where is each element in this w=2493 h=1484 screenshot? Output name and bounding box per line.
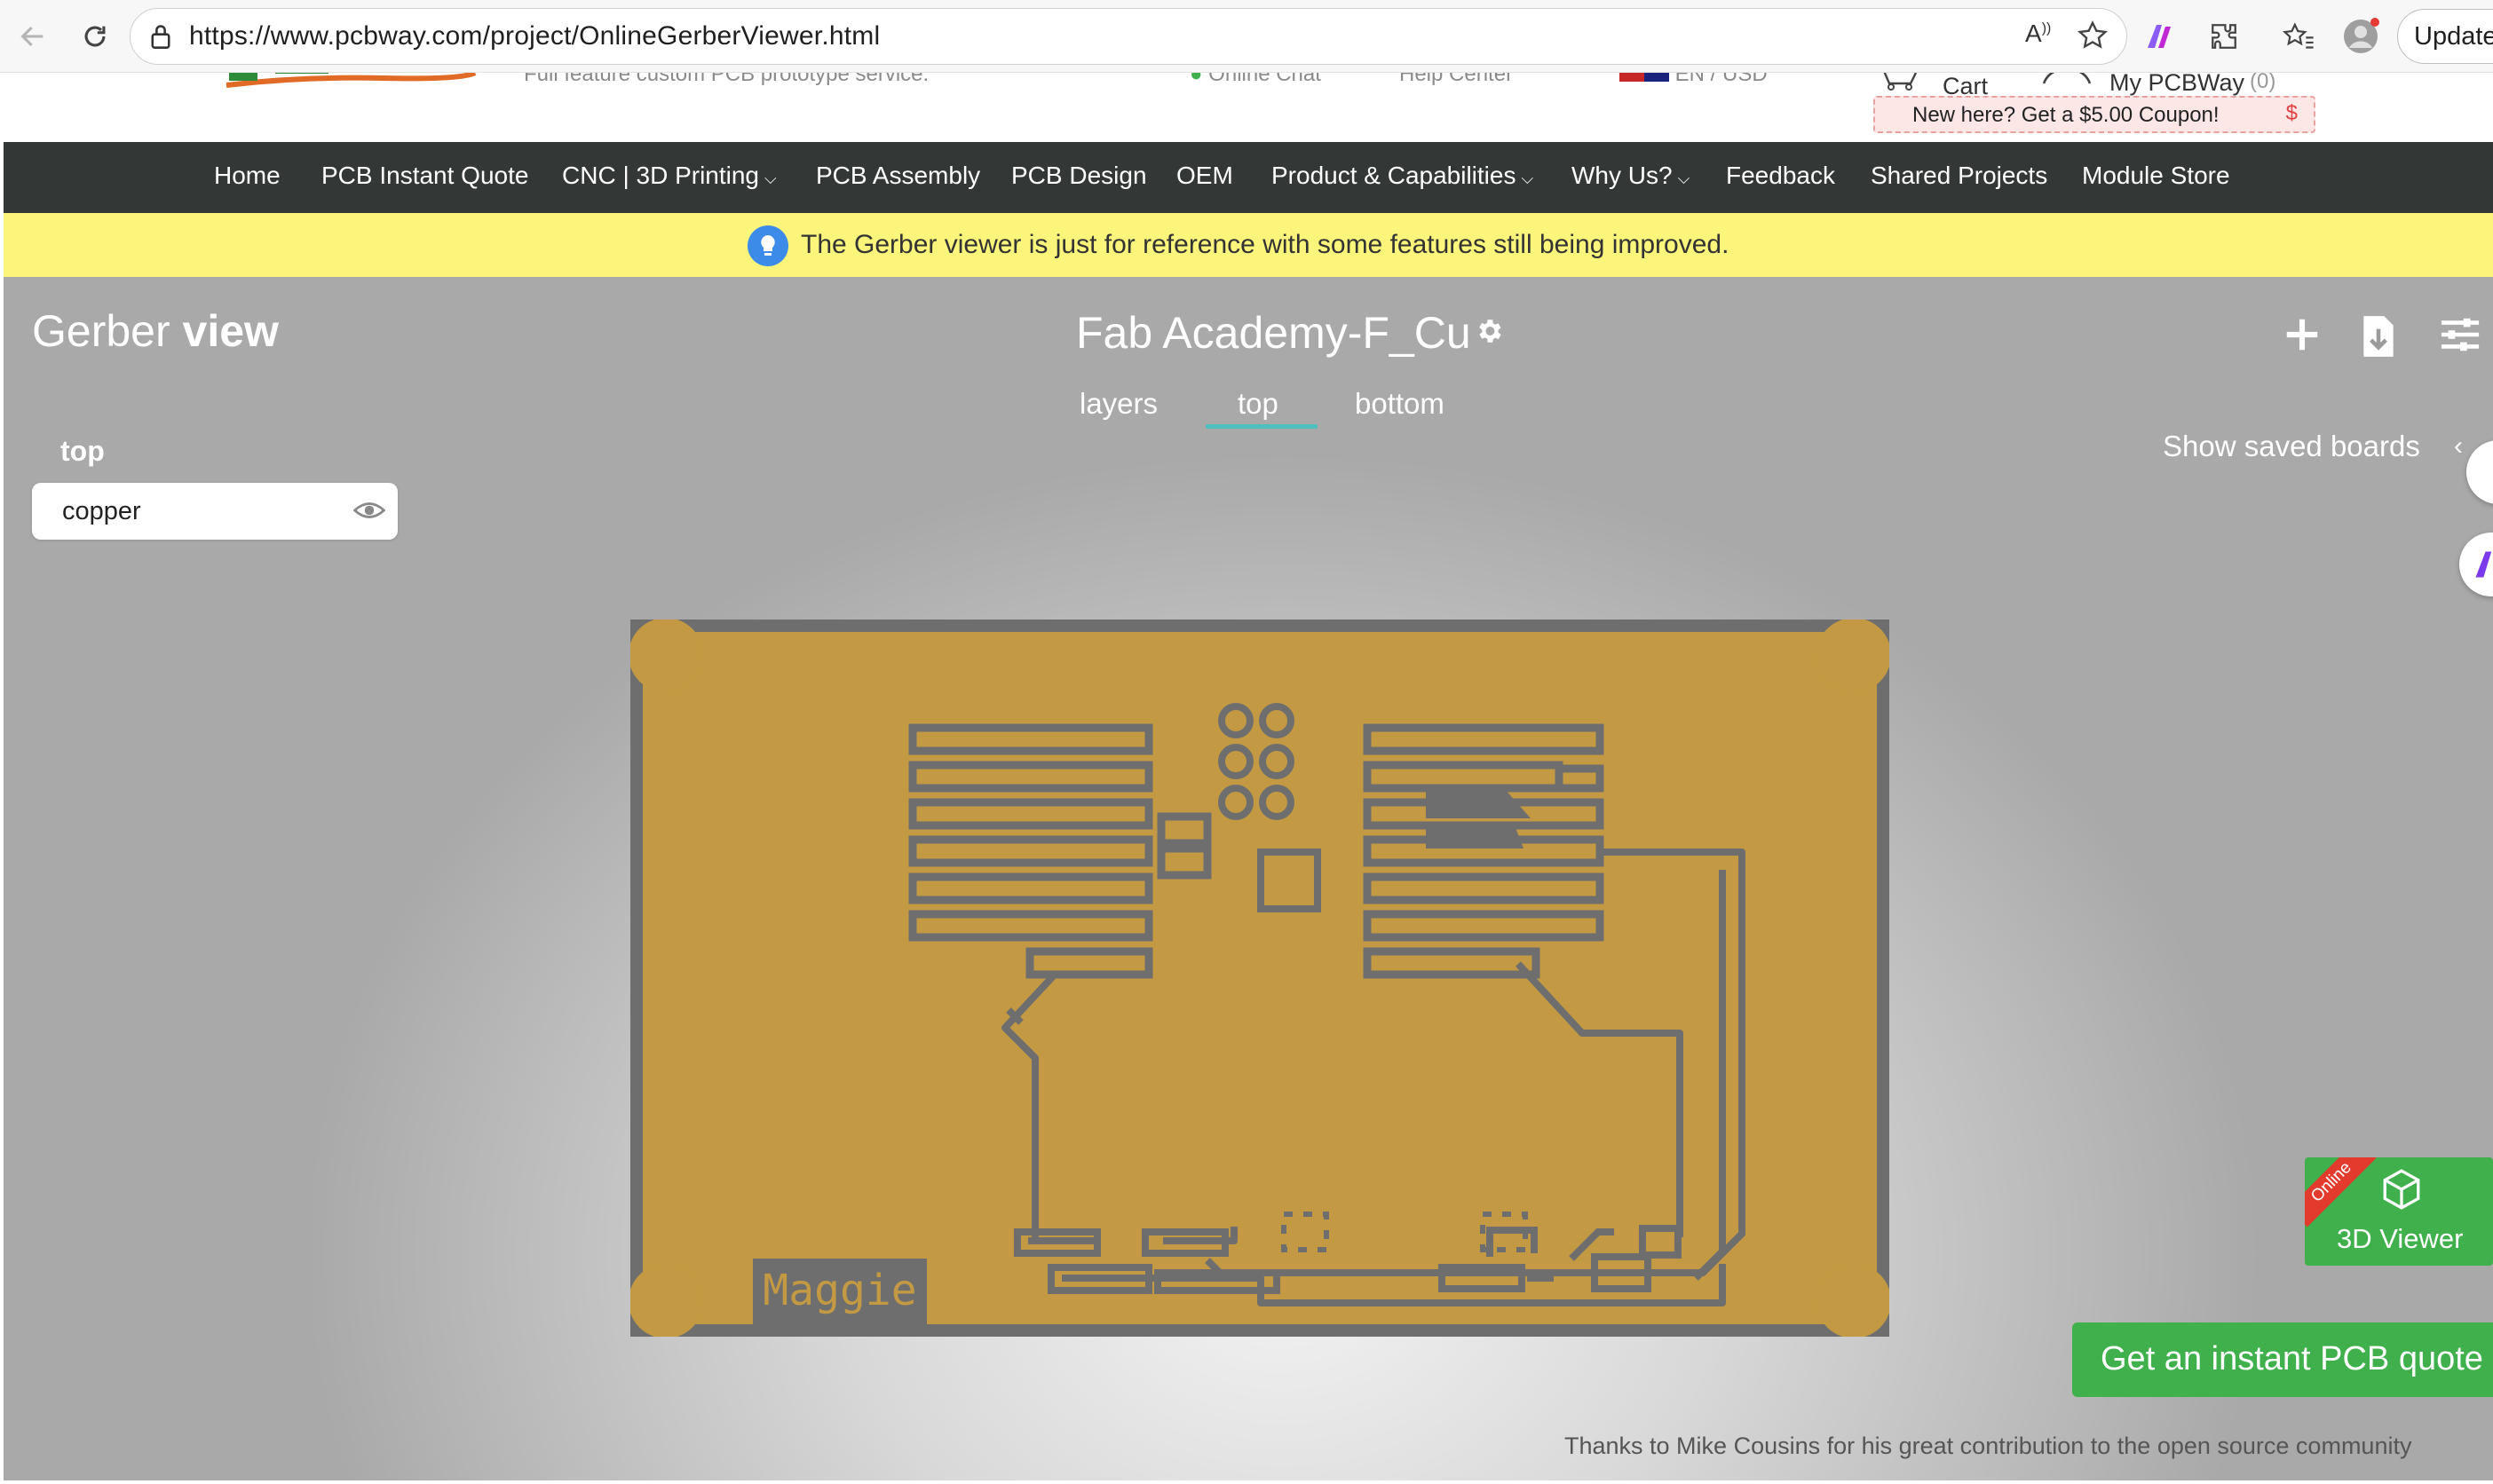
3d-viewer-button[interactable]: Online 3D Viewer (2305, 1157, 2493, 1266)
sliders-settings-icon[interactable] (2438, 314, 2482, 359)
flag-icon (1619, 73, 1669, 82)
nav-product-capabilities[interactable]: Product & Capabilities ⌵ (1271, 162, 1533, 190)
site-header: Full feature custom PCB prototype servic… (0, 73, 2493, 142)
update-button[interactable]: Update (2397, 9, 2493, 64)
board-silk-text: Maggie (763, 1266, 916, 1315)
back-icon[interactable] (11, 14, 55, 59)
show-saved-boards[interactable]: Show saved boards (2163, 430, 2420, 463)
chevron-down-icon: ⌵ (1521, 170, 1534, 187)
chevron-down-icon: ⌵ (1677, 170, 1690, 187)
site-tagline: Full feature custom PCB prototype servic… (524, 73, 930, 86)
my-pcbway-link[interactable]: My PCBWay (2109, 73, 2244, 97)
my-pcbway-count: (0) (2250, 73, 2276, 93)
nav-pcb-design[interactable]: PCB Design (1011, 162, 1147, 190)
pcbway-logo[interactable] (222, 73, 479, 114)
viewer-title-light: Gerber (32, 306, 170, 356)
3d-viewer-label[interactable]: 3D Viewer (2337, 1223, 2463, 1255)
nav-why-us-label[interactable]: Why Us? (1571, 162, 1673, 189)
nav-oem-label[interactable]: OEM (1176, 162, 1233, 189)
help-center-link[interactable]: Help Center (1399, 73, 1513, 87)
layer-name: copper (62, 497, 141, 525)
online-chat-label[interactable]: Online Chat (1208, 73, 1321, 86)
nav-shared-projects-label[interactable]: Shared Projects (1871, 162, 2047, 189)
profile-icon[interactable] (2342, 16, 2383, 57)
instant-quote-button[interactable]: Get an instant PCB quote (2072, 1322, 2493, 1397)
nav-pcb-assembly[interactable]: PCB Assembly (816, 162, 980, 190)
chevron-left-icon[interactable]: ‹ (2454, 431, 2463, 462)
nav-pcb-instant-quote-label[interactable]: PCB Instant Quote (321, 162, 528, 189)
reload-icon[interactable] (73, 14, 117, 59)
nav-cnc-label[interactable]: CNC | 3D Printing (562, 162, 759, 189)
url-text[interactable]: https://www.pcbway.com/project/OnlineGer… (189, 21, 880, 51)
nav-product-label[interactable]: Product & Capabilities (1271, 162, 1516, 189)
chat-icon: ● (1190, 73, 1203, 86)
active-tab-indicator (1206, 424, 1318, 429)
extensions-icon[interactable] (2204, 16, 2244, 57)
floating-copilot-icon[interactable] (2459, 533, 2493, 596)
board-name[interactable]: Fab Academy-F_Cu (1076, 307, 1471, 359)
lightbulb-icon (748, 225, 788, 266)
tab-bottom[interactable]: bottom (1355, 387, 1444, 421)
add-board-icon[interactable] (2282, 314, 2323, 359)
cart-icon[interactable] (1875, 73, 1919, 99)
nav-home[interactable]: Home (214, 162, 281, 190)
copper-pour (643, 632, 1877, 1324)
favorites-icon[interactable] (2278, 16, 2319, 57)
viewer-title-bold: view (182, 306, 279, 356)
lock-icon[interactable] (148, 23, 173, 54)
layer-row-copper[interactable]: copper (32, 483, 398, 540)
main-nav: Home PCB Instant Quote CNC | 3D Printing… (4, 142, 2493, 213)
chevron-down-icon: ⌵ (764, 170, 777, 187)
nav-home-label[interactable]: Home (214, 162, 281, 189)
tab-top[interactable]: top (1238, 387, 1278, 421)
nav-shared-projects[interactable]: Shared Projects (1871, 162, 2047, 190)
online-chat-link[interactable]: ● Online Chat (1190, 73, 1321, 87)
currency-label[interactable]: EN / USD (1675, 73, 1768, 86)
nav-module-store[interactable]: Module Store (2082, 162, 2230, 190)
nav-pcb-design-label[interactable]: PCB Design (1011, 162, 1147, 189)
online-badge: Online (2305, 1157, 2377, 1227)
settings-gear-icon[interactable] (1474, 316, 1504, 351)
nav-pcb-assembly-label[interactable]: PCB Assembly (816, 162, 980, 189)
nav-why-us[interactable]: Why Us? ⌵ (1571, 162, 1690, 190)
nav-feedback-label[interactable]: Feedback (1726, 162, 1835, 189)
notice-banner: The Gerber viewer is just for reference … (4, 213, 2493, 277)
nav-cnc-3d-printing[interactable]: CNC | 3D Printing ⌵ (562, 162, 777, 190)
nav-feedback[interactable]: Feedback (1726, 162, 1835, 190)
tab-layers[interactable]: layers (1080, 387, 1158, 421)
layer-group-label: top (60, 435, 105, 467)
notice-text: The Gerber viewer is just for reference … (801, 230, 1729, 259)
download-icon[interactable] (2360, 314, 2397, 363)
pcb-board-render[interactable]: Maggie (630, 620, 1889, 1337)
browser-toolbar: https://www.pcbway.com/project/OnlineGer… (0, 0, 2493, 73)
copilot-icon[interactable] (2140, 16, 2180, 57)
gerber-viewer[interactable]: Gerber view Fab Academy-F_Cu layers top … (4, 277, 2493, 1480)
language-currency[interactable]: EN / USD (1619, 73, 1768, 87)
nav-module-store-label[interactable]: Module Store (2082, 162, 2230, 189)
user-icon[interactable] (2040, 73, 2093, 97)
nav-oem[interactable]: OEM (1176, 162, 1233, 190)
coupon-text[interactable]: New here? Get a $5.00 Coupon! (1912, 103, 2220, 127)
credit-text: Thanks to Mike Cousins for his great con… (1564, 1433, 2412, 1459)
viewer-title: Gerber view (32, 305, 279, 357)
address-bar[interactable]: https://www.pcbway.com/project/OnlineGer… (130, 8, 2127, 65)
read-aloud-icon[interactable]: A)) (2025, 20, 2051, 48)
coupon-dollar-icon: $ (2285, 101, 2298, 125)
eye-visibility-icon[interactable] (352, 497, 386, 528)
floating-search-icon[interactable] (2466, 440, 2493, 504)
favorite-star-icon[interactable] (2077, 20, 2109, 56)
nav-pcb-instant-quote[interactable]: PCB Instant Quote (321, 162, 528, 190)
cube-icon (2379, 1166, 2424, 1217)
coupon-banner[interactable]: New here? Get a $5.00 Coupon! $ (1873, 96, 2315, 133)
